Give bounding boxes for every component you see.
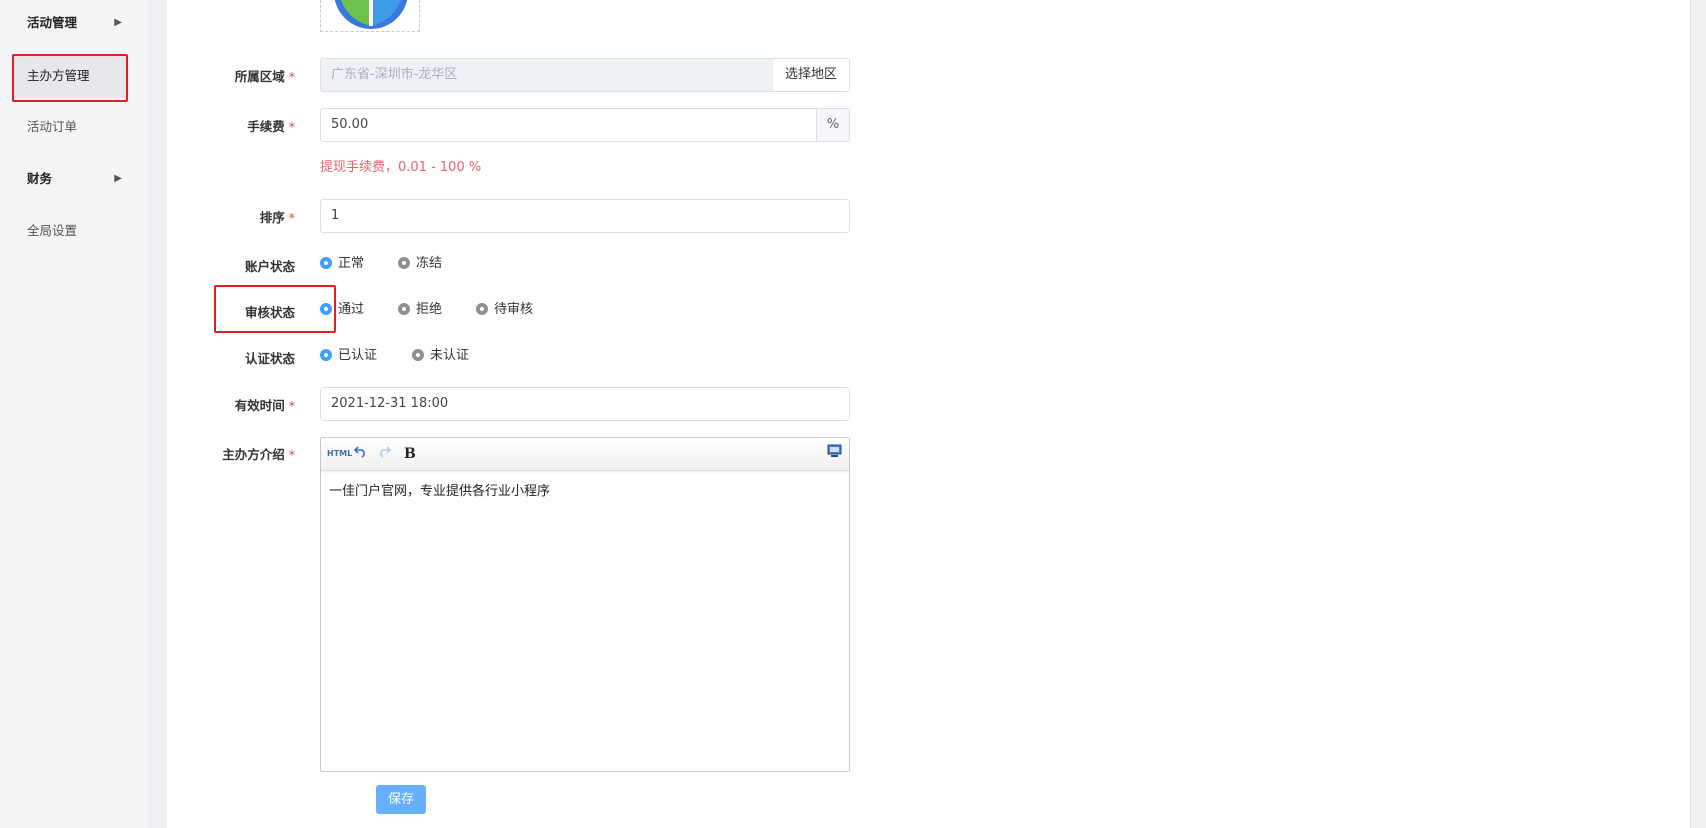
sidebar-item-global-settings[interactable]: 全局设置 (12, 209, 128, 253)
region-label: 所属区域 * (234, 69, 295, 84)
radio-unchecked-icon (412, 349, 424, 361)
fullscreen-icon[interactable] (827, 444, 842, 464)
undo-icon[interactable] (353, 444, 368, 464)
radio-checked-icon (320, 349, 332, 361)
radio-review-rejected[interactable]: 拒绝 (398, 301, 442, 319)
fee-input[interactable]: 50.00 (320, 108, 817, 142)
review-status-label: 审核状态 (244, 305, 295, 320)
sidebar-item-label: 活动管理 (27, 15, 78, 30)
sidebar-item-finance[interactable]: 财务 ▶ (12, 157, 128, 201)
editor-toolbar: HTML B (321, 438, 849, 471)
account-status-label: 账户状态 (244, 259, 295, 274)
radio-cert-unverified[interactable]: 未认证 (412, 347, 469, 365)
radio-review-approved[interactable]: 通过 (320, 301, 364, 319)
scrollbar[interactable] (1690, 0, 1706, 828)
sidebar: 活动管理 ▶ 主办方管理 活动订单 财务 ▶ 全局设置 (0, 0, 148, 828)
sidebar-item-label: 全局设置 (27, 223, 78, 238)
sidebar-item-label: 主办方管理 (27, 68, 90, 83)
radio-account-normal[interactable]: 正常 (320, 255, 364, 273)
radio-checked-icon (320, 257, 332, 269)
sidebar-item-activity-management[interactable]: 活动管理 ▶ (12, 1, 128, 45)
fee-label: 手续费 * (247, 119, 295, 134)
region-field[interactable]: 广东省-深圳市-龙华区 (320, 58, 774, 92)
sidebar-item-activity-orders[interactable]: 活动订单 (12, 105, 128, 149)
caret-right-icon: ▶ (114, 173, 122, 184)
valid-time-label: 有效时间 * (234, 398, 295, 413)
fee-hint: 提现手续费，0.01 - 100 % (320, 160, 482, 175)
sidebar-item-label: 财务 (27, 171, 53, 186)
caret-right-icon: ▶ (114, 17, 122, 28)
fee-unit: % (817, 108, 850, 142)
select-region-button[interactable]: 选择地区 (773, 58, 850, 92)
sidebar-item-organizer-management[interactable]: 主办方管理 (12, 54, 128, 98)
redo-icon[interactable] (377, 444, 392, 464)
rich-text-editor[interactable]: HTML B 一佳门户官网，专业提供各行业小程序 (320, 437, 850, 772)
cert-status-label: 认证状态 (244, 351, 295, 366)
html-source-button[interactable]: HTML (327, 444, 352, 464)
radio-checked-icon (320, 303, 332, 315)
save-button[interactable]: 保存 (376, 785, 426, 814)
sidebar-item-label: 活动订单 (27, 119, 78, 134)
radio-review-pending[interactable]: 待审核 (476, 301, 533, 319)
radio-cert-verified[interactable]: 已认证 (320, 347, 377, 365)
sort-input[interactable]: 1 (320, 199, 850, 233)
intro-label: 主办方介绍 * (222, 447, 295, 462)
logo-preview[interactable] (320, 0, 420, 32)
shield-logo-icon (334, 0, 408, 29)
radio-unchecked-icon (398, 303, 410, 315)
valid-time-input[interactable]: 2021-12-31 18:00 (320, 387, 850, 421)
radio-unchecked-icon (476, 303, 488, 315)
radio-account-frozen[interactable]: 冻结 (398, 255, 442, 273)
radio-unchecked-icon (398, 257, 410, 269)
editor-content[interactable]: 一佳门户官网，专业提供各行业小程序 (321, 471, 849, 508)
bold-button[interactable]: B (404, 444, 416, 464)
sort-label: 排序 * (259, 210, 295, 225)
